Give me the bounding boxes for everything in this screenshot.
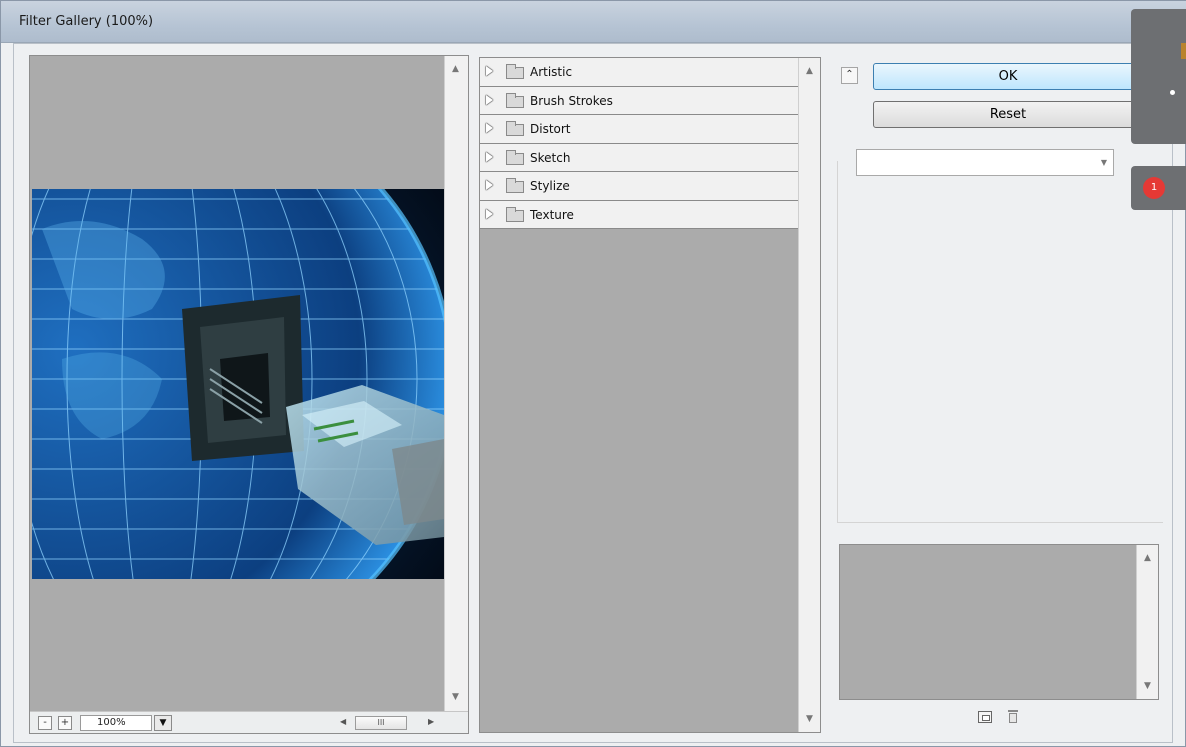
scroll-down-arrow-icon[interactable]: ▼ <box>452 692 459 702</box>
window-title: Filter Gallery (100%) <box>19 14 154 29</box>
expand-triangle-icon[interactable] <box>486 94 493 105</box>
preview-vertical-scrollbar[interactable]: ▲ ▼ <box>444 56 468 711</box>
reset-button[interactable]: Reset <box>873 101 1143 128</box>
filter-category-brush-strokes[interactable]: Brush Strokes <box>480 86 798 115</box>
zoom-level-field[interactable]: 100% <box>80 715 152 731</box>
preview-canvas[interactable] <box>30 56 444 711</box>
filter-category-list: Artistic Brush Strokes Distort Sketch St <box>480 58 798 229</box>
filter-category-texture[interactable]: Texture <box>480 200 798 229</box>
zoom-dropdown-icon[interactable]: ▼ <box>154 715 172 731</box>
new-effect-layer-icon[interactable] <box>978 711 992 723</box>
filter-category-label: Sketch <box>530 150 571 165</box>
expand-triangle-icon[interactable] <box>486 151 493 162</box>
network-globe-image <box>32 189 444 579</box>
collapse-panel-button[interactable]: ⌃ <box>841 67 858 84</box>
filter-category-label: Brush Strokes <box>530 93 613 108</box>
expand-triangle-icon[interactable] <box>486 180 493 190</box>
filter-category-sketch[interactable]: Sketch <box>480 143 798 172</box>
filter-category-label: Distort <box>530 122 571 136</box>
horizontal-scroll-thumb[interactable]: III <box>355 716 407 730</box>
preview-pane: ▲ ▼ - + 100% ▼ ◀ III ▶ <box>29 55 469 734</box>
folder-icon <box>506 178 524 193</box>
effect-layers-list: ▲ ▼ <box>839 544 1159 700</box>
delete-effect-layer-icon[interactable] <box>1007 710 1019 724</box>
scroll-left-arrow-icon[interactable]: ◀ <box>340 717 346 726</box>
notification-tab[interactable]: 1 <box>1131 166 1186 210</box>
expand-triangle-icon[interactable] <box>486 208 493 219</box>
trash-can <box>1009 713 1017 723</box>
scroll-right-arrow-icon[interactable]: ▶ <box>428 717 434 726</box>
scroll-up-arrow-icon[interactable]: ▲ <box>1144 553 1151 563</box>
preview-footer: - + 100% ▼ ◀ III ▶ <box>30 711 468 733</box>
preview-image <box>32 189 444 579</box>
filter-gallery-window: Filter Gallery (100%) ▲ ▼ - + 100% ▼ ◀ I… <box>0 0 1186 747</box>
expand-triangle-icon[interactable] <box>486 123 493 133</box>
side-tab-accent <box>1181 43 1186 59</box>
zoom-in-button[interactable]: + <box>58 716 72 730</box>
zoom-out-button[interactable]: - <box>38 716 52 730</box>
filter-category-label: Artistic <box>530 65 573 79</box>
folder-icon <box>506 149 524 165</box>
folder-icon <box>506 64 524 79</box>
filter-category-label: Stylize <box>530 179 570 193</box>
trash-lid <box>1008 710 1018 712</box>
side-panel-tab[interactable] <box>1131 9 1186 144</box>
ok-button[interactable]: OK <box>873 63 1143 90</box>
title-bar[interactable]: Filter Gallery (100%) <box>1 1 1186 43</box>
scroll-up-arrow-icon[interactable]: ▲ <box>452 64 459 74</box>
filter-list-scrollbar[interactable]: ▲ ▼ <box>798 58 820 732</box>
effect-layers-scrollbar[interactable]: ▲ ▼ <box>1136 545 1158 699</box>
filter-category-artistic[interactable]: Artistic <box>480 58 798 87</box>
folder-icon <box>506 206 524 222</box>
filter-category-label: Texture <box>530 207 574 222</box>
filter-list-panel: Artistic Brush Strokes Distort Sketch St <box>479 57 821 733</box>
folder-icon <box>506 92 524 108</box>
notification-badge: 1 <box>1143 177 1165 199</box>
filter-category-stylize[interactable]: Stylize <box>480 172 798 201</box>
side-tab-dot-icon <box>1170 90 1175 95</box>
folder-icon <box>506 121 524 136</box>
filter-category-distort[interactable]: Distort <box>480 115 798 144</box>
scroll-down-arrow-icon[interactable]: ▼ <box>1144 681 1151 691</box>
expand-triangle-icon[interactable] <box>486 66 493 76</box>
scroll-up-arrow-icon[interactable]: ▲ <box>806 66 813 76</box>
scroll-down-arrow-icon[interactable]: ▼ <box>806 714 813 724</box>
filter-settings-area <box>837 161 1163 523</box>
